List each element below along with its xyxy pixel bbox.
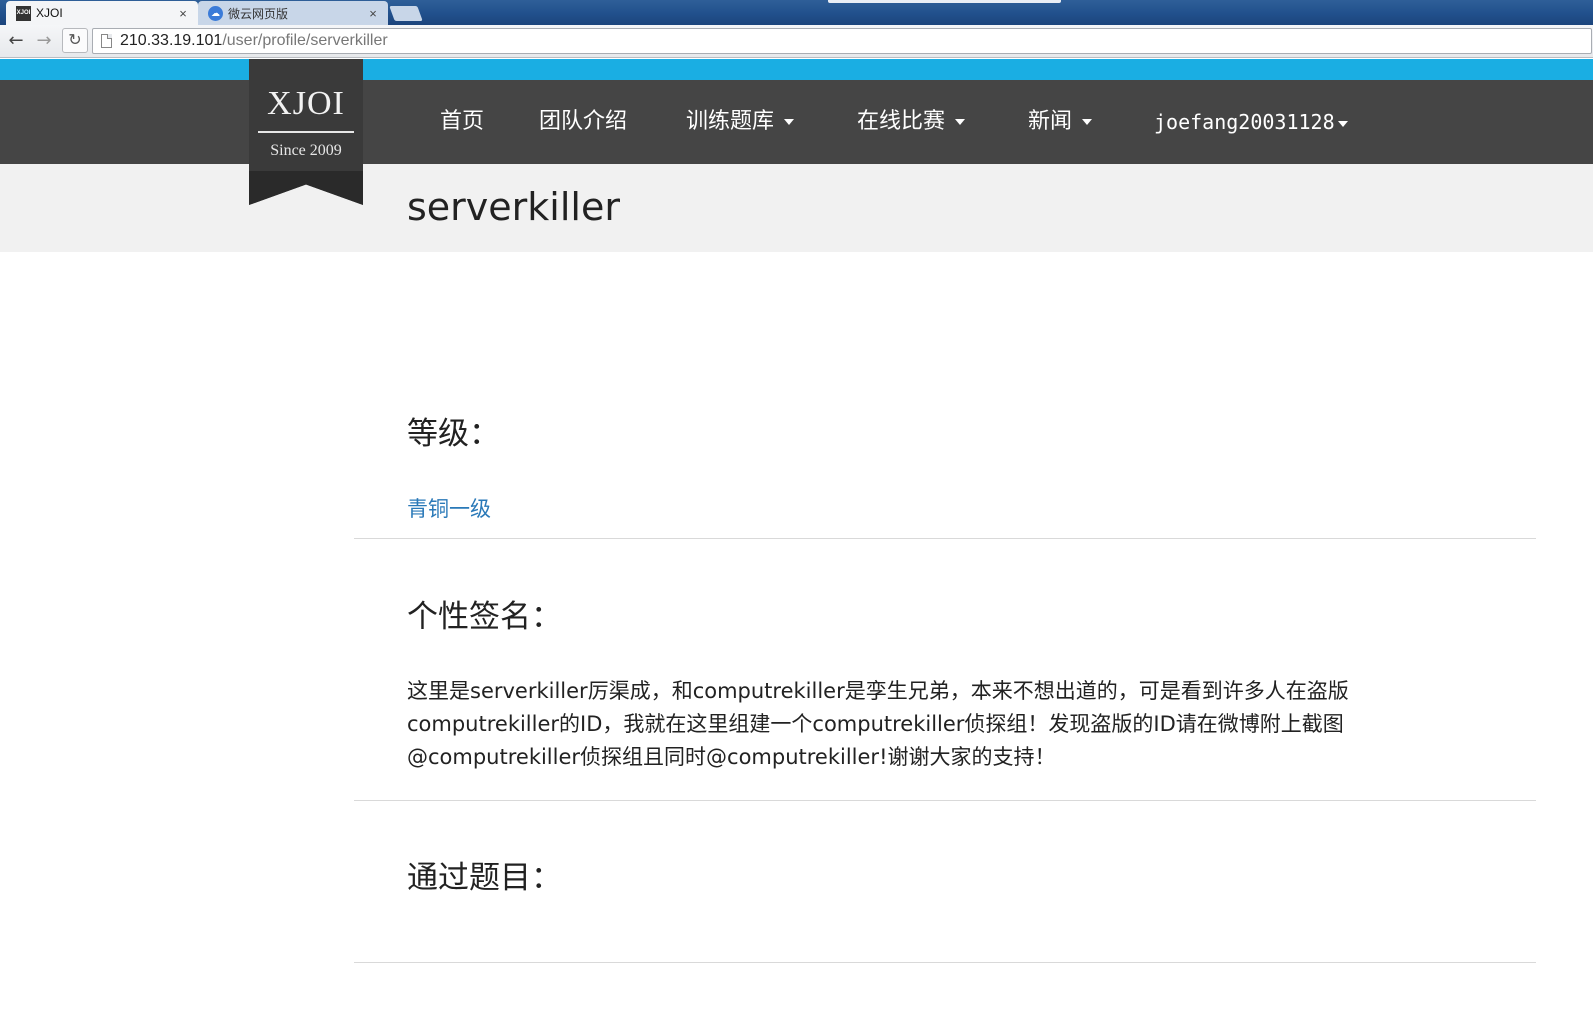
cloud-favicon-icon: ☁ — [208, 5, 223, 21]
nav-label: 在线比赛 — [857, 109, 946, 134]
nav-user-menu[interactable]: joefang20031128 — [1154, 80, 1348, 164]
xjoi-favicon-icon: XJOI — [16, 5, 31, 21]
address-bar[interactable]: 210.33.19.101/user/profile/serverkiller — [92, 28, 1592, 54]
forward-arrow-icon[interactable]: → — [33, 30, 55, 52]
accent-bar — [0, 59, 1593, 80]
window-frame-highlight — [828, 0, 1061, 3]
nav-label: 团队介绍 — [539, 109, 628, 134]
level-link[interactable]: 青铜一级 — [407, 493, 491, 523]
browser-tab-strip: XJOI XJOI × ☁ 微云网页版 × — [0, 0, 1593, 25]
tab-title: XJOI — [36, 6, 63, 20]
nav-label: 训练题库 — [686, 109, 775, 134]
nav-news[interactable]: 新闻 — [1028, 80, 1093, 164]
caret-down-icon — [955, 119, 966, 125]
nav-label: 新闻 — [1028, 109, 1073, 134]
solved-problems-heading: 通过题目： — [407, 860, 562, 896]
close-tab-icon[interactable]: × — [176, 6, 190, 21]
signature-line: computrekiller的ID，我就在这里组建一个computrekille… — [407, 712, 1344, 736]
nav-label: joefang20031128 — [1154, 110, 1335, 134]
nav-home[interactable]: 首页 — [440, 80, 484, 164]
close-tab-icon[interactable]: × — [366, 6, 380, 21]
url-path: /user/profile/serverkiller — [222, 32, 388, 49]
title-band — [0, 164, 1593, 252]
reload-icon[interactable]: ↻ — [62, 28, 88, 53]
signature-line: @computrekiller侦探组且同时@computrekiller!谢谢大… — [407, 745, 1056, 769]
caret-down-icon — [1337, 120, 1348, 127]
section-divider — [354, 800, 1536, 801]
signature-line: 这里是serverkiller厉渠成，和computrekiller是孪生兄弟，… — [407, 679, 1349, 703]
site-navbar — [0, 80, 1593, 164]
url-host: 210.33.19.101 — [120, 32, 223, 49]
logo-title: XJOI — [267, 85, 345, 122]
page-title: serverkiller — [407, 185, 620, 229]
page-icon — [101, 34, 112, 48]
caret-down-icon — [1082, 119, 1093, 125]
tab-weiyun[interactable]: ☁ 微云网页版 × — [198, 1, 388, 25]
caret-down-icon — [784, 119, 795, 125]
section-divider — [354, 962, 1536, 963]
level-heading: 等级： — [407, 416, 500, 452]
nav-contests[interactable]: 在线比赛 — [857, 80, 966, 164]
tab-title: 微云网页版 — [228, 6, 289, 21]
logo-divider — [258, 131, 354, 133]
site-logo[interactable]: XJOI Since 2009 — [249, 59, 363, 205]
back-arrow-icon[interactable]: ← — [5, 30, 27, 52]
new-tab-button[interactable] — [389, 6, 423, 21]
signature-text: 这里是serverkiller厉渠成，和computrekiller是孪生兄弟，… — [407, 675, 1467, 774]
nav-problem-set[interactable]: 训练题库 — [686, 80, 795, 164]
signature-heading: 个性签名： — [407, 599, 562, 635]
nav-team-intro[interactable]: 团队介绍 — [539, 80, 627, 164]
browser-toolbar: ← → ↻ 210.33.19.101/user/profile/serverk… — [0, 25, 1593, 58]
tab-xjoi[interactable]: XJOI XJOI × — [6, 1, 198, 25]
nav-label: 首页 — [440, 109, 485, 134]
logo-since: Since 2009 — [270, 142, 342, 159]
section-divider — [354, 538, 1536, 539]
